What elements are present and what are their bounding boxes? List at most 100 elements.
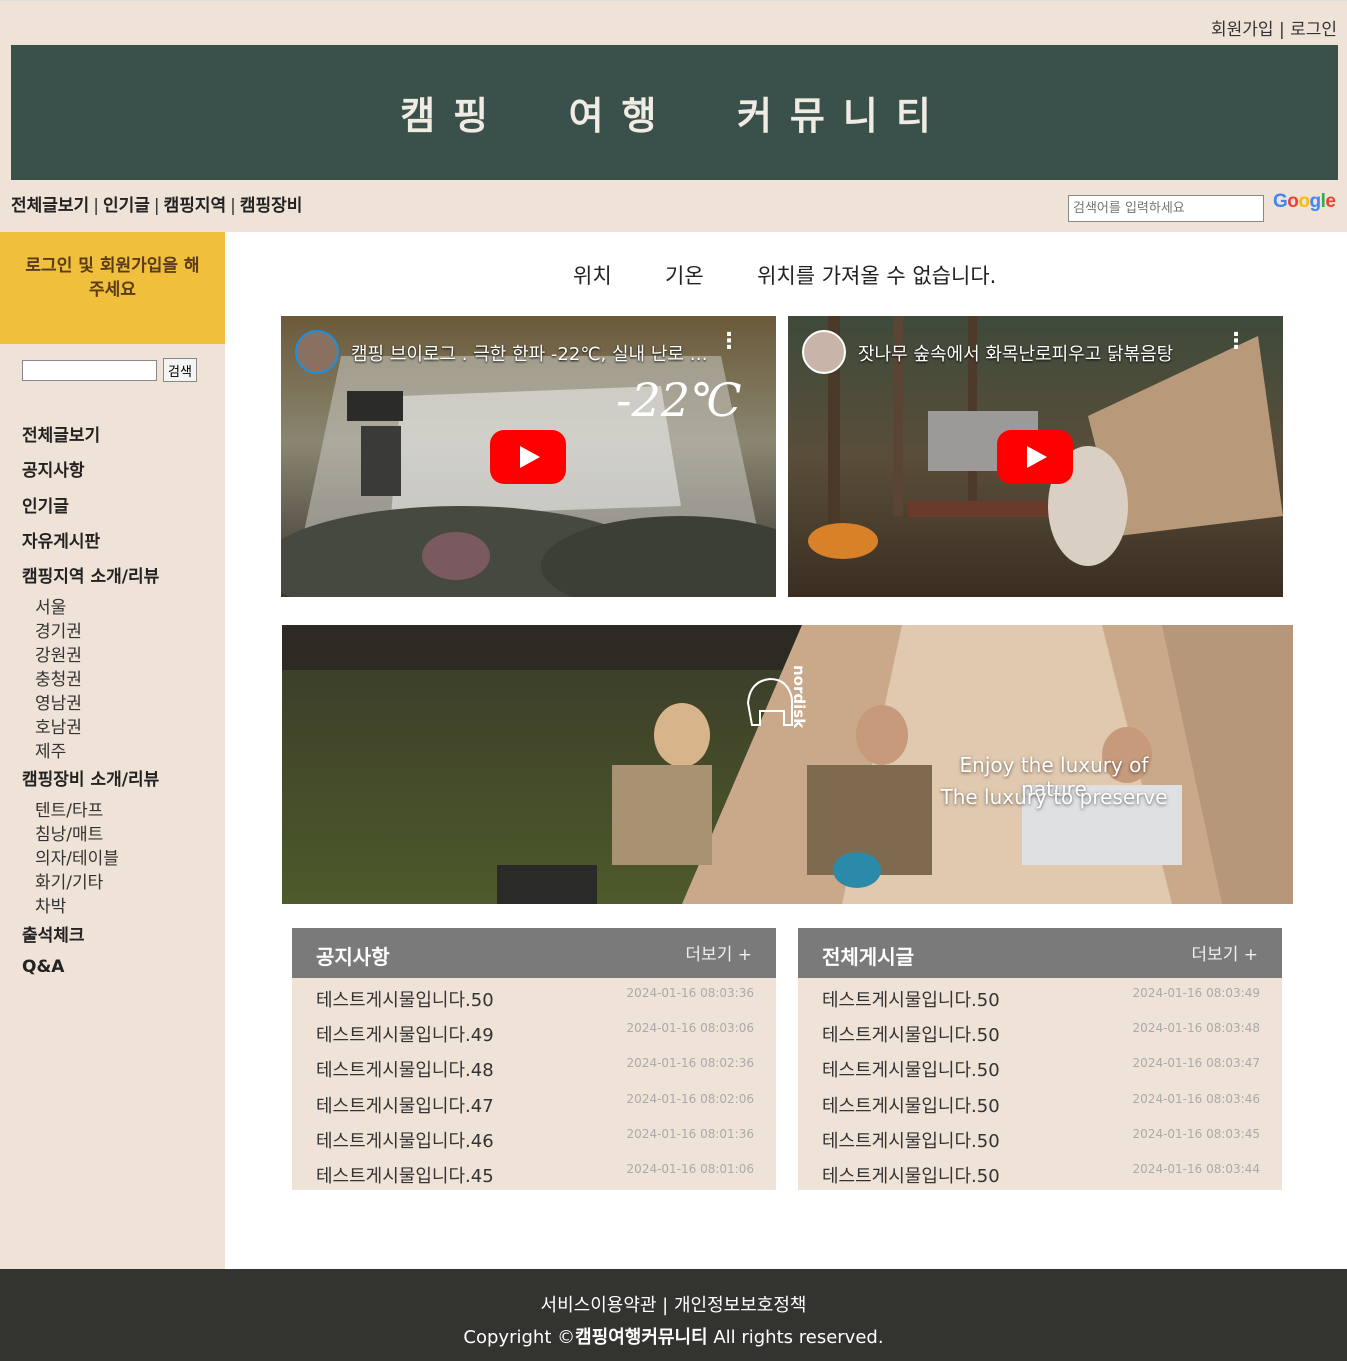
- sidebar-item-gear[interactable]: 화기/기타: [35, 868, 103, 893]
- copyright-name: 캠핑여행커뮤니티: [575, 1327, 708, 1348]
- sidebar-item-gear[interactable]: 의자/테이블: [35, 844, 119, 869]
- login-prompt-text: 로그인 및 회원가입을 해주세요: [25, 256, 200, 300]
- signup-link[interactable]: 회원가입: [1211, 20, 1274, 40]
- privacy-link[interactable]: 개인정보보호정책: [674, 1295, 806, 1316]
- sidebar: 로그인 및 회원가입을 해주세요 검색 전체글보기 공지사항 인기글 자유게시판…: [0, 232, 225, 1269]
- board-row[interactable]: 테스트게시물입니다.50 2024-01-16 08:03:44: [822, 1154, 1260, 1189]
- nav-region[interactable]: 캠핑지역: [164, 196, 227, 216]
- nav-popular[interactable]: 인기글: [103, 196, 150, 216]
- post-date: 2024-01-16 08:03:48: [1132, 1021, 1260, 1035]
- sidebar-item-region[interactable]: 강원권: [35, 641, 82, 666]
- sidebar-item-free-board[interactable]: 자유게시판: [22, 527, 100, 552]
- channel-avatar[interactable]: [295, 330, 339, 374]
- more-vert-icon[interactable]: ⋮: [718, 331, 740, 353]
- sidebar-item-gear[interactable]: 침낭/매트: [35, 820, 103, 845]
- header: 회원가입 | 로그인 캠핑 여행 커뮤니티 전체글보기 | 인기글 | 캠핑지역 | 캠핑장…: [0, 0, 1347, 232]
- post-date: 2024-01-16 08:03:45: [1132, 1127, 1260, 1141]
- post-title[interactable]: 테스트게시물입니다.50: [822, 1162, 1000, 1188]
- post-title[interactable]: 테스트게시물입니다.50: [316, 986, 494, 1012]
- board-row[interactable]: 테스트게시물입니다.50 2024-01-16 08:03:46: [822, 1084, 1260, 1119]
- post-date: 2024-01-16 08:03:36: [626, 986, 754, 1000]
- post-date: 2024-01-16 08:02:06: [626, 1092, 754, 1106]
- board-title[interactable]: 전체게시글: [822, 941, 914, 970]
- post-title[interactable]: 테스트게시물입니다.50: [822, 1127, 1000, 1153]
- post-date: 2024-01-16 08:03:46: [1132, 1092, 1260, 1106]
- board-row[interactable]: 테스트게시물입니다.50 2024-01-16 08:03:45: [822, 1119, 1260, 1154]
- more-link[interactable]: 더보기 +: [685, 940, 752, 965]
- sidebar-search-button[interactable]: 검색: [163, 358, 197, 382]
- play-button-icon[interactable]: [997, 430, 1073, 484]
- video-embed-2[interactable]: 잣나무 숲속에서 화목난로피우고 닭볶음탕 ⋮: [788, 316, 1283, 597]
- google-search-button[interactable]: Google: [1273, 191, 1336, 213]
- sidebar-item-all-posts[interactable]: 전체글보기: [22, 421, 100, 446]
- post-date: 2024-01-16 08:03:06: [626, 1021, 754, 1035]
- login-link[interactable]: 로그인: [1290, 20, 1337, 40]
- video-overlay-text: -22℃: [616, 373, 742, 427]
- sidebar-item-notice[interactable]: 공지사항: [22, 456, 85, 481]
- post-title[interactable]: 테스트게시물입니다.46: [316, 1127, 494, 1153]
- more-link[interactable]: 더보기 +: [1191, 940, 1258, 965]
- board-row[interactable]: 테스트게시물입니다.50 2024-01-16 08:03:36: [316, 978, 754, 1013]
- top-search-input[interactable]: [1068, 195, 1264, 222]
- auth-separator: |: [1278, 20, 1285, 40]
- sidebar-item-region[interactable]: 서울: [35, 593, 66, 618]
- post-date: 2024-01-16 08:03:47: [1132, 1056, 1260, 1070]
- sidebar-item-attendance[interactable]: 출석체크: [22, 921, 85, 946]
- board-row[interactable]: 테스트게시물입니다.48 2024-01-16 08:02:36: [316, 1048, 754, 1083]
- post-date: 2024-01-16 08:03:44: [1132, 1162, 1260, 1176]
- board-header: 전체게시글 더보기 +: [798, 928, 1282, 978]
- board-row[interactable]: 테스트게시물입니다.49 2024-01-16 08:03:06: [316, 1013, 754, 1048]
- sidebar-item-gear[interactable]: 텐트/타프: [35, 796, 103, 821]
- sidebar-item-region[interactable]: 경기권: [35, 617, 82, 642]
- board-row[interactable]: 테스트게시물입니다.50 2024-01-16 08:03:47: [822, 1048, 1260, 1083]
- login-prompt-box[interactable]: 로그인 및 회원가입을 해주세요: [0, 232, 225, 344]
- board-header: 공지사항 더보기 +: [292, 928, 776, 978]
- video-embed-1[interactable]: -22℃ 캠핑 브이로그 . 극한 한파 -22℃, 실내 난로 캠핑 ⋮: [281, 316, 776, 597]
- post-title[interactable]: 테스트게시물입니다.45: [316, 1162, 494, 1188]
- board-title[interactable]: 공지사항: [316, 941, 390, 970]
- footer-separator: |: [662, 1295, 669, 1316]
- footer-links: 서비스이용약관 | 개인정보보호정책: [0, 1291, 1347, 1317]
- post-title[interactable]: 테스트게시물입니다.47: [316, 1092, 494, 1118]
- sidebar-item-region[interactable]: 호남권: [35, 713, 82, 738]
- post-title[interactable]: 테스트게시물입니다.50: [822, 1021, 1000, 1047]
- sidebar-search-input[interactable]: [22, 360, 157, 381]
- weather-widget: 위치 기온 위치를 가져올 수 없습니다.: [573, 260, 996, 290]
- site-title-banner[interactable]: 캠핑 여행 커뮤니티: [11, 45, 1338, 180]
- copyright-prefix: Copyright ©: [463, 1327, 576, 1348]
- video-title[interactable]: 잣나무 숲속에서 화목난로피우고 닭볶음탕: [858, 340, 1218, 366]
- ad-banner[interactable]: nordisk Enjoy the luxury of nature The l…: [282, 625, 1293, 904]
- channel-avatar[interactable]: [802, 330, 846, 374]
- nav-separator: |: [153, 196, 160, 216]
- play-button-icon[interactable]: [490, 430, 566, 484]
- sidebar-item-qa[interactable]: Q&A: [22, 957, 64, 977]
- video-title[interactable]: 캠핑 브이로그 . 극한 한파 -22℃, 실내 난로 캠핑: [351, 340, 711, 366]
- post-title[interactable]: 테스트게시물입니다.50: [822, 986, 1000, 1012]
- sidebar-item-gear-review[interactable]: 캠핑장비 소개/리뷰: [22, 765, 159, 790]
- post-title[interactable]: 테스트게시물입니다.50: [822, 1092, 1000, 1118]
- sidebar-item-gear[interactable]: 차박: [35, 892, 66, 917]
- post-title[interactable]: 테스트게시물입니다.50: [822, 1056, 1000, 1082]
- board-row[interactable]: 테스트게시물입니다.45 2024-01-16 08:01:06: [316, 1154, 754, 1189]
- board-row[interactable]: 테스트게시물입니다.46 2024-01-16 08:01:36: [316, 1119, 754, 1154]
- more-vert-icon[interactable]: ⋮: [1225, 331, 1247, 353]
- nav-all-posts[interactable]: 전체글보기: [11, 196, 89, 216]
- post-title[interactable]: 테스트게시물입니다.49: [316, 1021, 494, 1047]
- sidebar-item-region[interactable]: 충청권: [35, 665, 82, 690]
- ad-brand-text: nordisk: [790, 665, 808, 729]
- post-title[interactable]: 테스트게시물입니다.48: [316, 1056, 494, 1082]
- board-row[interactable]: 테스트게시물입니다.47 2024-01-16 08:02:06: [316, 1084, 754, 1119]
- weather-temp-label: 기온: [665, 264, 704, 288]
- sidebar-item-region-review[interactable]: 캠핑지역 소개/리뷰: [22, 562, 159, 587]
- sidebar-item-popular[interactable]: 인기글: [22, 492, 69, 517]
- weather-message: 위치를 가져올 수 없습니다.: [757, 264, 997, 288]
- sidebar-item-region[interactable]: 제주: [35, 737, 66, 762]
- auth-links: 회원가입 | 로그인: [1211, 15, 1337, 40]
- sidebar-item-region[interactable]: 영남권: [35, 689, 82, 714]
- nav-gear[interactable]: 캠핑장비: [240, 196, 303, 216]
- terms-link[interactable]: 서비스이용약관: [541, 1295, 657, 1316]
- board-row[interactable]: 테스트게시물입니다.50 2024-01-16 08:03:48: [822, 1013, 1260, 1048]
- copyright: Copyright ©캠핑여행커뮤니티 All rights reserved.: [0, 1323, 1347, 1349]
- board-row[interactable]: 테스트게시물입니다.50 2024-01-16 08:03:49: [822, 978, 1260, 1013]
- post-date: 2024-01-16 08:02:36: [626, 1056, 754, 1070]
